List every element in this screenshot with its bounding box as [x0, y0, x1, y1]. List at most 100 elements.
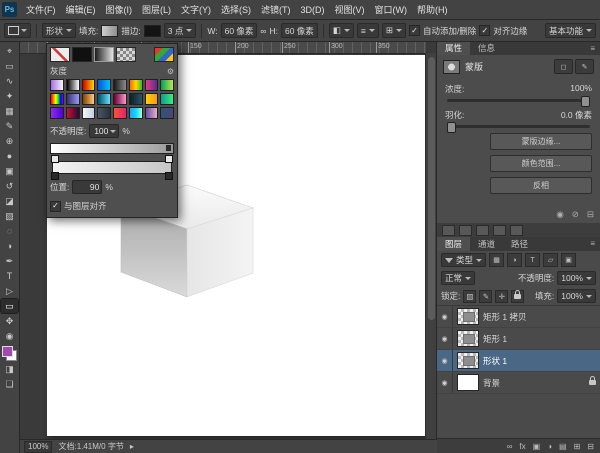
delete-layer-icon[interactable]: ⊟: [587, 442, 594, 451]
pattern-fill-button[interactable]: [116, 47, 136, 62]
tool-marquee[interactable]: ▭: [1, 59, 18, 73]
gradient-preset-22[interactable]: [145, 107, 159, 119]
layer-row-1[interactable]: ◉ 矩形 1: [437, 328, 600, 350]
gradient-preset-19[interactable]: [97, 107, 111, 119]
gradient-preset-6[interactable]: [145, 79, 159, 91]
menu-item-2[interactable]: 图像(I): [101, 1, 138, 19]
opacity-stop-left[interactable]: [51, 155, 59, 163]
feather-value[interactable]: 0.0 像素: [561, 109, 592, 121]
lock-transparent-pixels-icon[interactable]: ▨: [463, 290, 476, 303]
align-edges-checkbox[interactable]: ✓: [479, 25, 490, 36]
lock-position-icon[interactable]: ✛: [495, 290, 508, 303]
mask-thumbnail[interactable]: [443, 60, 460, 74]
no-fill-button[interactable]: [50, 47, 70, 62]
opacity-field[interactable]: 100: [89, 124, 119, 138]
delete-mask-icon[interactable]: ⊟: [587, 209, 594, 220]
color-stop-left[interactable]: [51, 172, 59, 180]
tab-通道[interactable]: 通道: [470, 237, 503, 251]
tool-gradient[interactable]: ▧: [1, 209, 18, 223]
gradient-preset-11[interactable]: [97, 93, 111, 105]
tool-mode-select[interactable]: 形状: [42, 23, 76, 38]
collapsed-panel-icon[interactable]: [442, 225, 455, 236]
path-arrangement-button[interactable]: ⊞: [382, 23, 406, 38]
tab-信息[interactable]: 信息: [470, 42, 503, 55]
tool-hand[interactable]: ✥: [1, 314, 18, 328]
align-with-layer-checkbox[interactable]: ✓: [50, 201, 61, 212]
tool-magic-wand[interactable]: ✦: [1, 89, 18, 103]
gradient-editor-bar[interactable]: [52, 161, 172, 174]
opacity-slider[interactable]: [50, 143, 174, 154]
tab-图层[interactable]: 图层: [437, 237, 470, 251]
tab-属性[interactable]: 属性: [437, 42, 470, 55]
gradient-preset-21[interactable]: [129, 107, 143, 119]
screen-mode-button[interactable]: ❏: [1, 377, 18, 391]
stroke-swatch[interactable]: [144, 25, 161, 37]
gradient-preset-7[interactable]: [160, 79, 174, 91]
layer-opacity-field[interactable]: 100%: [557, 271, 596, 285]
visibility-toggle[interactable]: ◉: [437, 372, 453, 393]
tool-history-brush[interactable]: ↺: [1, 179, 18, 193]
tool-rectangle[interactable]: ▭: [1, 299, 18, 313]
menu-item-5[interactable]: 选择(S): [216, 1, 256, 19]
tool-dodge[interactable]: ◑: [1, 239, 18, 253]
layer-thumbnail[interactable]: [457, 330, 479, 347]
gradient-preset-23[interactable]: [160, 107, 174, 119]
gradient-preset-17[interactable]: [66, 107, 80, 119]
gear-icon[interactable]: ⚙: [167, 67, 174, 76]
collapsed-panel-icon[interactable]: [459, 225, 472, 236]
gradient-preset-12[interactable]: [113, 93, 127, 105]
add-pixel-mask-button[interactable]: ◻: [554, 59, 573, 74]
menu-item-4[interactable]: 文字(Y): [176, 1, 216, 19]
layer-row-0[interactable]: ◉ 矩形 1 拷贝: [437, 306, 600, 328]
visibility-toggle[interactable]: ◉: [437, 306, 453, 327]
path-alignment-button[interactable]: ≡: [357, 23, 379, 38]
layer-thumbnail[interactable]: [457, 374, 479, 391]
menu-item-3[interactable]: 图层(L): [137, 1, 176, 19]
color-picker-button[interactable]: [154, 47, 174, 62]
feather-slider-thumb[interactable]: [447, 122, 456, 133]
gradient-preset-10[interactable]: [82, 93, 96, 105]
tool-brush[interactable]: ●: [1, 149, 18, 163]
mask-button-2[interactable]: 反相: [490, 177, 592, 194]
filter-smart-objects-icon[interactable]: ▣: [561, 253, 576, 267]
zoom-level-field[interactable]: 100%: [24, 441, 52, 453]
gradient-preset-3[interactable]: [97, 79, 111, 91]
feather-slider[interactable]: [447, 125, 590, 128]
tool-pen[interactable]: ✒: [1, 254, 18, 268]
gradient-preset-15[interactable]: [160, 93, 174, 105]
gradient-fill-button[interactable]: [94, 47, 114, 62]
layer-row-2[interactable]: ◉ 形状 1: [437, 350, 600, 372]
add-vector-mask-button[interactable]: ✎: [575, 59, 594, 74]
menu-item-7[interactable]: 3D(D): [296, 1, 330, 19]
mask-button-0[interactable]: 蒙版边缘...: [490, 133, 592, 150]
gradient-preset-8[interactable]: [50, 93, 64, 105]
tool-path-selection[interactable]: ▷: [1, 284, 18, 298]
fill-swatch[interactable]: [101, 25, 118, 37]
position-field[interactable]: 90: [72, 180, 102, 194]
layer-thumbnail[interactable]: [457, 308, 479, 325]
color-stop-right[interactable]: [165, 172, 173, 180]
visibility-toggle[interactable]: ◉: [437, 328, 453, 349]
tool-crop[interactable]: ▦: [1, 104, 18, 118]
collapsed-panel-icon[interactable]: [493, 225, 506, 236]
density-slider[interactable]: [447, 99, 590, 102]
opacity-stop-right[interactable]: [165, 155, 173, 163]
collapsed-panel-icon[interactable]: [476, 225, 489, 236]
collapsed-panel-icon[interactable]: [510, 225, 523, 236]
menu-item-8[interactable]: 视图(V): [330, 1, 370, 19]
gradient-preset-18[interactable]: [82, 107, 96, 119]
auto-add-delete-checkbox[interactable]: ✓: [409, 25, 420, 36]
menu-item-0[interactable]: 文件(F): [21, 1, 61, 19]
menu-item-6[interactable]: 滤镜(T): [256, 1, 296, 19]
link-layers-icon[interactable]: ∞: [507, 442, 513, 451]
new-group-icon[interactable]: ▤: [559, 442, 567, 451]
tool-move[interactable]: ⌖: [1, 44, 18, 58]
tool-type[interactable]: T: [1, 269, 18, 283]
menu-item-1[interactable]: 编辑(E): [61, 1, 101, 19]
layer-fill-field[interactable]: 100%: [557, 289, 596, 303]
gradient-preset-4[interactable]: [113, 79, 127, 91]
solid-color-button[interactable]: [72, 47, 92, 62]
tool-eyedropper[interactable]: ✎: [1, 119, 18, 133]
layer-row-3[interactable]: ◉ 背景: [437, 372, 600, 394]
menu-item-10[interactable]: 帮助(H): [412, 1, 453, 19]
